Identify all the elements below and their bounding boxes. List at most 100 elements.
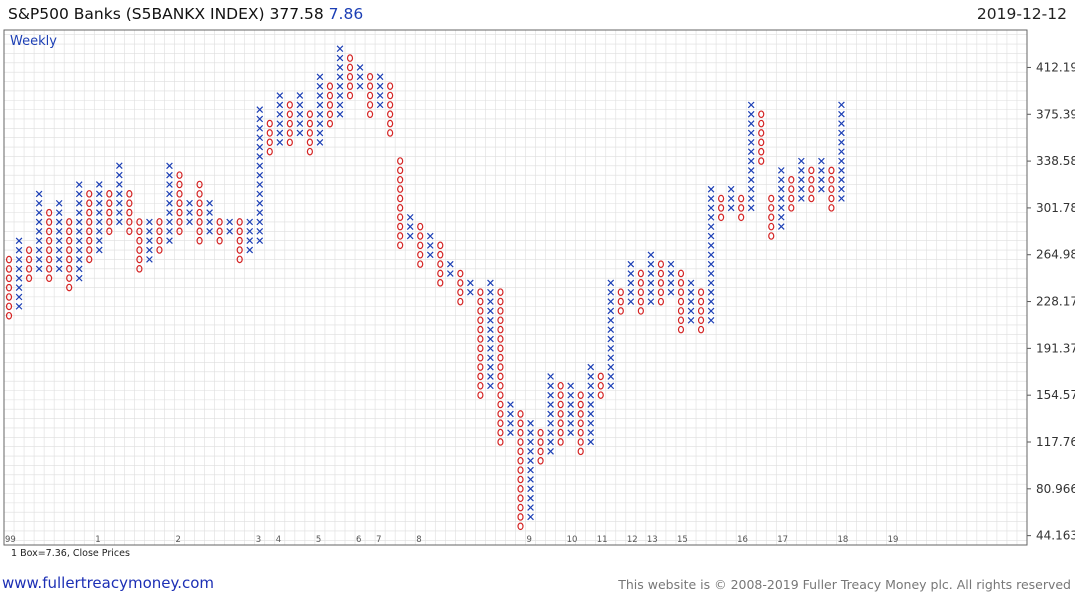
o-mark xyxy=(366,101,374,109)
x-mark xyxy=(777,167,785,174)
o-mark xyxy=(497,325,504,334)
x-mark xyxy=(336,45,344,53)
x-mark xyxy=(376,92,384,99)
chart-grid xyxy=(3,30,1028,545)
x-mark xyxy=(707,251,715,259)
o-mark xyxy=(517,503,524,512)
o-mark xyxy=(697,307,705,315)
x-mark xyxy=(276,120,284,127)
x-mark xyxy=(487,288,494,296)
o-mark xyxy=(477,344,484,353)
x-mark xyxy=(647,270,655,277)
o-column xyxy=(557,381,564,446)
x-mark xyxy=(838,195,845,202)
o-column xyxy=(517,410,524,531)
x-mark xyxy=(747,139,755,146)
o-mark xyxy=(677,325,685,334)
o-mark xyxy=(577,428,584,437)
x-mark xyxy=(276,92,284,99)
o-mark xyxy=(477,307,484,315)
o-mark xyxy=(477,381,484,390)
x-mark xyxy=(296,120,304,127)
x-mark xyxy=(467,279,474,287)
o-mark xyxy=(417,222,424,231)
x-mark xyxy=(507,401,514,408)
o-mark xyxy=(718,194,725,203)
x-mark xyxy=(667,260,675,268)
o-mark xyxy=(597,372,604,381)
o-mark xyxy=(677,316,685,325)
x-mark xyxy=(747,120,755,127)
x-mark xyxy=(336,110,344,118)
o-mark xyxy=(306,138,313,147)
point-and-figure-chart: 412.19 375.39 338.58 301.78 264.98 228.17 191.… xyxy=(3,29,1075,559)
x-mark xyxy=(587,419,595,427)
o-mark xyxy=(637,288,644,297)
x-axis: 99 1 2 3 4 5 6 7 8 9 10 11 12 13 15 16 17 18 19 xyxy=(5,535,898,545)
o-column xyxy=(697,288,705,334)
y-axis: 412.19 375.39 338.58 301.78 264.98 228.17 191.… xyxy=(1027,60,1075,543)
x-tick-label: 16 xyxy=(737,535,748,545)
o-column xyxy=(346,54,354,100)
x-mark xyxy=(777,223,785,230)
x-mark xyxy=(607,288,615,296)
o-column xyxy=(497,288,504,446)
o-mark xyxy=(397,185,404,193)
box-size-note: 1 Box=7.36, Close Prices xyxy=(11,548,130,559)
x-mark xyxy=(276,101,284,109)
o-mark xyxy=(477,297,484,306)
x-mark xyxy=(316,139,324,146)
period-label: Weekly xyxy=(10,34,57,49)
x-mark xyxy=(707,195,715,202)
x-mark xyxy=(487,298,494,305)
x-mark xyxy=(687,317,695,324)
x-mark xyxy=(316,82,324,90)
x-mark xyxy=(567,391,574,399)
o-mark xyxy=(397,175,404,184)
x-mark xyxy=(707,204,715,212)
x-mark xyxy=(376,101,384,109)
x-mark xyxy=(607,382,615,390)
x-mark xyxy=(467,288,474,296)
x-mark xyxy=(316,120,324,127)
o-mark xyxy=(557,428,564,437)
x-mark xyxy=(487,382,494,390)
o-column xyxy=(718,194,725,222)
x-mark xyxy=(426,232,434,240)
o-mark xyxy=(828,204,835,212)
x-mark xyxy=(487,279,494,287)
o-mark xyxy=(286,101,293,109)
x-mark xyxy=(727,195,735,202)
x-mark xyxy=(607,307,615,315)
x-mark xyxy=(838,138,845,146)
x-mark xyxy=(336,54,344,62)
o-mark xyxy=(326,91,334,100)
o-mark xyxy=(517,410,524,418)
x-mark xyxy=(276,110,284,118)
o-mark xyxy=(417,241,424,250)
o-mark xyxy=(537,428,544,437)
o-mark xyxy=(517,428,524,437)
o-column xyxy=(136,218,143,273)
x-mark xyxy=(747,129,755,137)
x-mark xyxy=(838,185,845,193)
o-column xyxy=(156,218,163,254)
x-mark xyxy=(527,466,534,474)
x-mark xyxy=(838,157,845,165)
x-mark xyxy=(527,448,534,455)
x-mark xyxy=(487,307,494,315)
x-mark xyxy=(777,195,785,202)
o-mark xyxy=(306,110,313,119)
x-mark xyxy=(316,92,324,99)
o-mark xyxy=(497,307,504,315)
y-tick-label: 412.19 xyxy=(1036,60,1075,74)
o-mark xyxy=(657,297,665,306)
o-column xyxy=(657,260,665,306)
o-mark xyxy=(457,279,464,287)
x-mark xyxy=(687,279,695,287)
o-mark xyxy=(768,232,775,240)
x-column xyxy=(707,185,715,324)
website-link[interactable]: www.fullertreacymoney.com xyxy=(2,574,214,592)
x-mark xyxy=(316,110,324,118)
y-tick-label: 154.57 xyxy=(1036,388,1075,402)
